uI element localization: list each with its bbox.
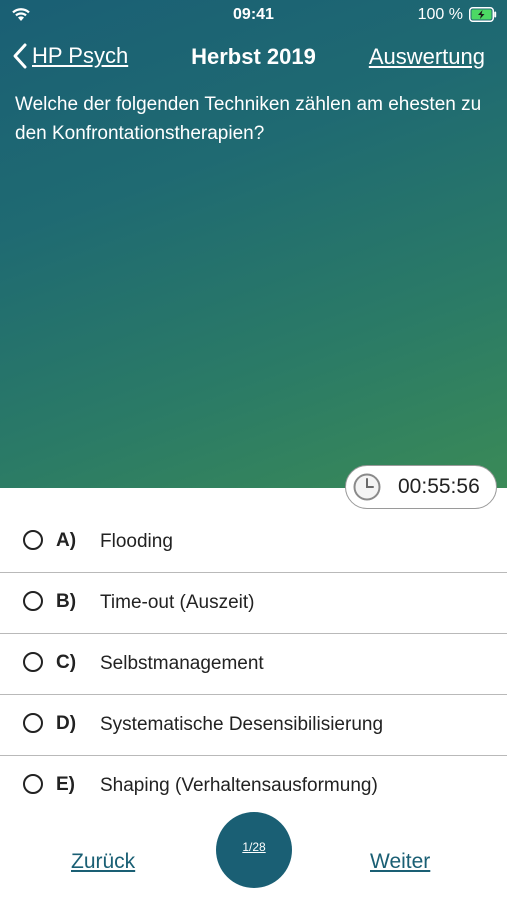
bottom-navigation: Zurück 1/28 Weiter bbox=[0, 812, 507, 900]
radio-button-icon[interactable] bbox=[23, 652, 43, 672]
back-button[interactable]: HP Psych bbox=[12, 42, 128, 70]
evaluation-button[interactable]: Auswertung bbox=[369, 44, 485, 70]
option-letter: B) bbox=[56, 591, 77, 612]
option-letter: D) bbox=[56, 713, 77, 734]
quiz-screen: 09:41 100 % HP Psych Herbst 2019 Auswert… bbox=[0, 0, 507, 900]
option-text: Flooding bbox=[100, 531, 173, 552]
option-text: Shaping (Verhaltensausformung) bbox=[100, 775, 378, 796]
next-button[interactable]: Weiter bbox=[370, 850, 430, 874]
radio-button-icon[interactable] bbox=[23, 591, 43, 611]
previous-button[interactable]: Zurück bbox=[71, 850, 135, 874]
clock-icon bbox=[353, 473, 381, 501]
option-letter: E) bbox=[56, 774, 75, 795]
page-title-text: Herbst 2019 bbox=[191, 44, 316, 69]
radio-button-icon[interactable] bbox=[23, 774, 43, 794]
page-indicator-button[interactable]: 1/28 bbox=[216, 812, 292, 888]
navigation-bar: HP Psych Herbst 2019 Auswertung bbox=[0, 38, 507, 78]
option-letter: A) bbox=[56, 530, 77, 551]
answer-option-b[interactable]: B) Time-out (Auszeit) bbox=[0, 573, 507, 634]
question-text: Welche der folgenden Techniken zählen am… bbox=[15, 94, 482, 144]
answer-options-list: A) Flooding B) Time-out (Auszeit) C) Sel… bbox=[0, 512, 507, 816]
option-text: Systematische Desensibilisierung bbox=[100, 714, 384, 735]
page-indicator-text: 1/28 bbox=[242, 840, 266, 854]
chevron-left-icon bbox=[13, 43, 27, 69]
answer-option-e[interactable]: E) Shaping (Verhaltensausformung) bbox=[0, 756, 507, 816]
status-bar: 09:41 100 % bbox=[0, 0, 507, 30]
answer-option-c[interactable]: C) Selbstmanagement bbox=[0, 634, 507, 695]
battery-percentage: 100 % bbox=[417, 6, 463, 23]
option-text: Selbstmanagement bbox=[100, 653, 264, 674]
radio-button-icon[interactable] bbox=[23, 713, 43, 733]
timer-badge: 00:55:56 bbox=[345, 465, 497, 509]
battery-charging-icon bbox=[469, 7, 497, 22]
radio-button-icon[interactable] bbox=[23, 530, 43, 550]
answer-option-a[interactable]: A) Flooding bbox=[0, 512, 507, 573]
option-letter: C) bbox=[56, 652, 77, 673]
answer-option-d[interactable]: D) Systematische Desensibilisierung bbox=[0, 695, 507, 756]
back-button-label: HP Psych bbox=[32, 43, 129, 68]
timer-value: 00:55:56 bbox=[398, 475, 480, 498]
option-text: Time-out (Auszeit) bbox=[100, 592, 255, 613]
